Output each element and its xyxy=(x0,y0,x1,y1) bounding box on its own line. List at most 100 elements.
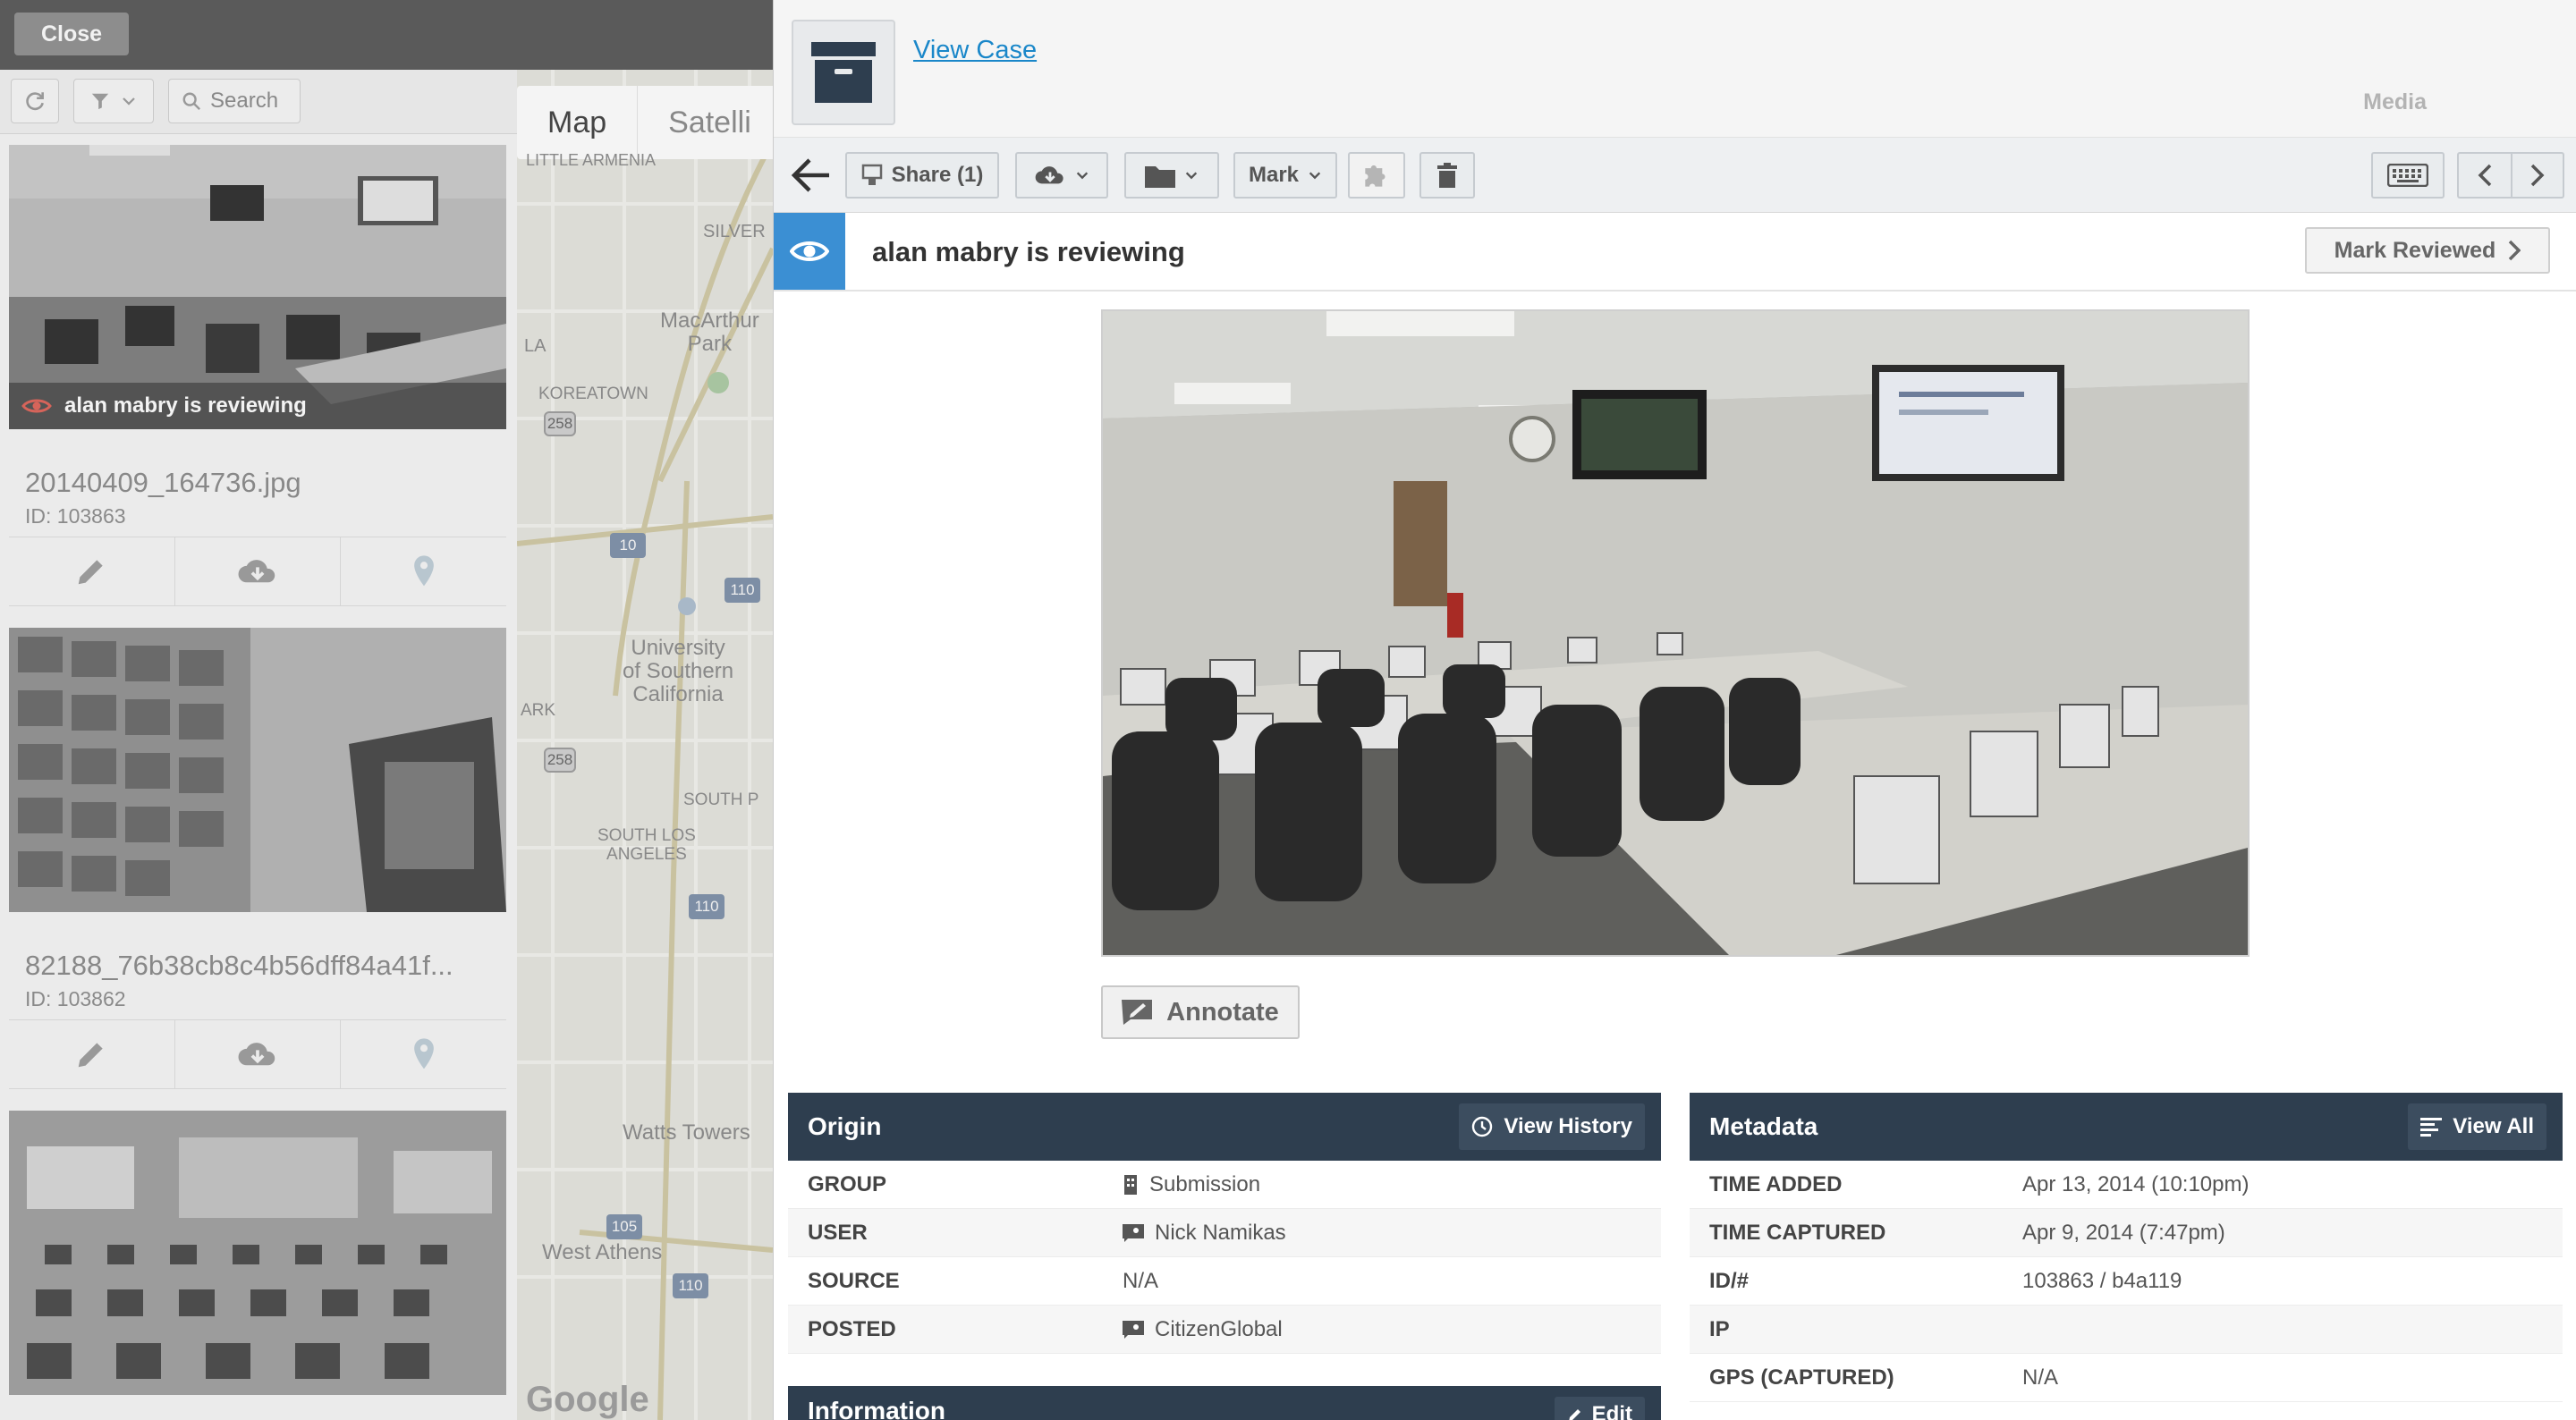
mark-reviewed-button[interactable]: Mark Reviewed xyxy=(2305,227,2550,274)
map-label: SOUTH LOS ANGELES xyxy=(597,826,696,864)
next-button[interactable] xyxy=(2511,152,2564,199)
share-button[interactable]: Share (1) xyxy=(845,152,999,199)
annotate-button[interactable]: Annotate xyxy=(1101,985,1300,1039)
keyboard-shortcuts-button[interactable] xyxy=(2371,152,2445,199)
chevron-right-icon xyxy=(2509,240,2521,261)
keyboard-icon xyxy=(2387,164,2428,187)
map-label: Watts Towers xyxy=(623,1120,750,1145)
chevron-right-icon xyxy=(2530,164,2545,187)
origin-card: Origin View History GROUP Submission USE… xyxy=(788,1093,1661,1354)
interstate-shield: 105 xyxy=(606,1214,642,1239)
map-label: West Athens xyxy=(542,1240,663,1264)
info-key: IP xyxy=(1709,1316,1730,1341)
info-value: Submission xyxy=(1123,1172,1260,1197)
list-icon xyxy=(2420,1118,2443,1137)
edit-button[interactable]: Edit xyxy=(1554,1397,1645,1420)
info-key: ID/# xyxy=(1709,1268,1750,1293)
building-icon xyxy=(1124,1174,1137,1195)
refresh-button[interactable] xyxy=(11,79,59,123)
archive-box-icon xyxy=(811,42,876,103)
interstate-shield: 110 xyxy=(689,894,724,919)
view-case-link[interactable]: View Case xyxy=(913,36,1037,65)
media-actions xyxy=(9,1019,506,1089)
location-button[interactable] xyxy=(341,537,506,605)
media-list: alan mabry is reviewing 20140409_164736.… xyxy=(0,134,517,1420)
previous-button[interactable] xyxy=(2457,152,2511,199)
case-thumbnail[interactable] xyxy=(792,20,895,125)
info-value: Apr 13, 2014 (10:10pm) xyxy=(2022,1171,2250,1196)
overlay-top-bar: Close xyxy=(0,0,773,70)
chevron-down-icon xyxy=(123,97,135,106)
tab-satellite[interactable]: Satelli xyxy=(638,86,773,159)
info-row: POSTED CitizenGlobal xyxy=(788,1306,1661,1354)
user-card-icon xyxy=(1123,1223,1144,1242)
clock-icon xyxy=(1472,1116,1493,1137)
annotate-icon xyxy=(1122,1000,1153,1025)
map-view[interactable]: Map Satelli LITTLE ARMENIA SILVER MacArt… xyxy=(517,70,773,1420)
media-id: ID: 103862 xyxy=(25,987,126,1010)
close-button[interactable]: Close xyxy=(14,13,130,55)
media-photo[interactable] xyxy=(1101,309,2250,957)
info-key: GROUP xyxy=(808,1171,887,1196)
map-label: SOUTH P xyxy=(683,790,759,809)
view-history-label: View History xyxy=(1504,1114,1632,1138)
lab-room-photo xyxy=(9,1111,506,1395)
view-all-button[interactable]: View All xyxy=(2408,1103,2546,1150)
highway-shield: 258 xyxy=(544,748,576,773)
info-value: Nick Namikas xyxy=(1123,1221,1286,1246)
search-button[interactable]: Search xyxy=(168,79,301,123)
map-label: KOREATOWN xyxy=(538,385,648,403)
view-all-label: View All xyxy=(2453,1114,2534,1138)
origin-title: Origin xyxy=(808,1112,882,1140)
info-row: IP xyxy=(1690,1306,2563,1354)
info-value-text[interactable]: Nick Namikas xyxy=(1155,1221,1286,1246)
info-row: GPS (CAPTURED) N/A xyxy=(1690,1354,2563,1402)
download-button[interactable] xyxy=(175,1020,342,1088)
edit-button[interactable] xyxy=(9,1020,175,1088)
origin-header: Origin View History xyxy=(788,1093,1661,1161)
delete-button[interactable] xyxy=(1419,152,1475,199)
media-thumbnail[interactable]: alan mabry is reviewing xyxy=(9,145,506,429)
filter-dropdown[interactable] xyxy=(73,79,154,123)
eye-icon xyxy=(21,399,52,413)
back-arrow-icon[interactable] xyxy=(790,157,831,193)
mark-dropdown[interactable]: Mark xyxy=(1233,152,1337,199)
search-icon xyxy=(182,92,201,111)
location-button[interactable] xyxy=(341,1020,506,1088)
edit-button[interactable] xyxy=(9,537,175,605)
puzzle-piece-icon xyxy=(1365,165,1385,187)
metadata-rows: TIME ADDED Apr 13, 2014 (10:10pm) TIME C… xyxy=(1690,1161,2563,1402)
media-id: ID: 103863 xyxy=(25,504,126,528)
cloud-download-icon xyxy=(1035,166,1063,184)
chevron-down-icon xyxy=(1076,172,1089,180)
interstate-shield: 10 xyxy=(610,533,646,558)
view-history-button[interactable]: View History xyxy=(1459,1103,1645,1150)
media-thumbnail[interactable] xyxy=(9,628,506,912)
highway-shield: 258 xyxy=(544,411,576,436)
cloud-download-icon xyxy=(238,560,275,583)
folder-dropdown[interactable] xyxy=(1124,152,1219,199)
plugin-button[interactable] xyxy=(1348,152,1405,199)
eye-icon xyxy=(790,241,829,261)
info-row: GROUP Submission xyxy=(788,1161,1661,1209)
media-title[interactable]: 20140409_164736.jpg xyxy=(25,467,301,499)
media-title[interactable]: 82188_76b38cb8c4b56dff84a41f... xyxy=(25,950,453,982)
share-icon xyxy=(861,164,882,185)
info-row: SOURCE N/A xyxy=(788,1257,1661,1306)
download-button[interactable] xyxy=(175,537,342,605)
info-key: TIME CAPTURED xyxy=(1709,1220,1886,1245)
media-thumbnail[interactable] xyxy=(9,1111,506,1395)
annotate-label: Annotate xyxy=(1166,997,1279,1027)
panel-header: View Case Media xyxy=(774,0,2576,138)
media-type-label: Media xyxy=(2363,89,2427,114)
reviewing-text: alan mabry is reviewing xyxy=(64,393,307,418)
map-pin-icon xyxy=(413,555,434,587)
info-value-text[interactable]: CitizenGlobal xyxy=(1155,1317,1283,1342)
metadata-header: Metadata View All xyxy=(1690,1093,2563,1161)
cloud-download-icon xyxy=(238,1043,275,1066)
info-row: TIME CAPTURED Apr 9, 2014 (7:47pm) xyxy=(1690,1209,2563,1257)
reviewing-text: alan mabry is reviewing xyxy=(872,236,1185,267)
map-label: University of Southern California xyxy=(623,636,734,706)
info-value-text[interactable]: Submission xyxy=(1149,1172,1260,1197)
download-dropdown[interactable] xyxy=(1015,152,1108,199)
